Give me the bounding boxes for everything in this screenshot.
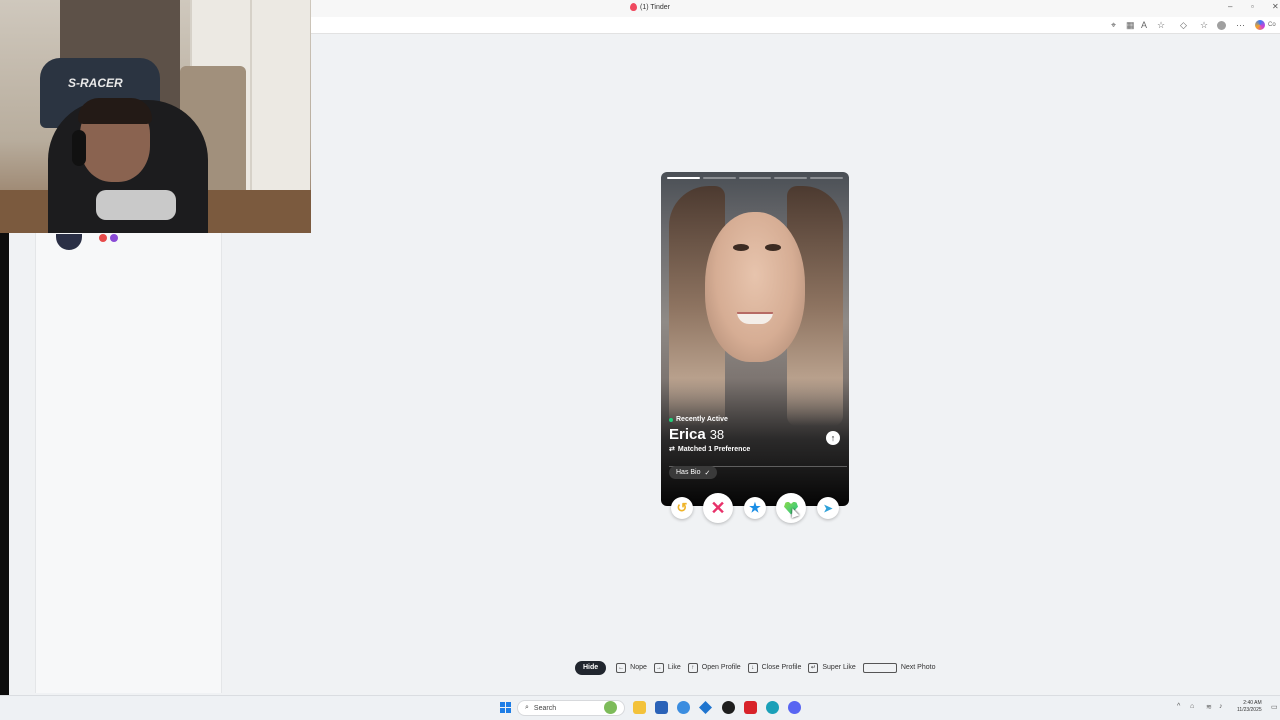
gaming-chair-logo: S-RACER [68,76,123,90]
check-icon: ✓ [704,469,711,477]
shortcut-label: Nope [630,664,647,671]
obs-icon[interactable] [722,701,735,714]
shortcut-next-photo: Next Photo [862,662,936,673]
hoodie-print [96,190,176,220]
shortcut-label: Super Like [822,664,856,671]
shortcut-close-profile: ↓ Close Profile [747,662,802,673]
left-edge-bar [0,233,9,695]
webcam-overlay: S-RACER [0,0,311,233]
nope-button[interactable]: ✕ [703,493,733,523]
profile-photo [705,212,805,362]
arrow-left-key: ← [616,662,627,673]
edge-icon[interactable] [766,701,779,714]
recently-active: Recently Active [669,416,841,423]
tab-title: (1) Tinder [640,3,670,11]
open-profile-button[interactable]: ↑ [826,431,840,445]
photo-progress-segment[interactable] [774,177,808,179]
settings-icon[interactable] [677,701,690,714]
photo-progress-segment[interactable] [738,177,772,179]
headphones [72,130,86,166]
arrow-up-key: ↑ [687,662,698,673]
shortcut-bar: Hide ← Nope → Like ↑ Open Profile ↓ Clos… [575,660,942,675]
photo-progress-segment[interactable] [810,177,843,179]
shortcut-like: → Like [653,662,681,673]
shortcut-super-like: ↵ Super Like [808,662,856,673]
search-icon: ⌕ [525,704,529,711]
system-clock[interactable]: 2:40 AM 11/23/2025 [1237,700,1262,714]
hide-shortcuts-button[interactable]: Hide [575,660,607,675]
has-bio-chip[interactable]: Has Bio ✓ [669,466,718,479]
matches-sidebar [35,233,222,693]
profile-age: 38 [709,427,725,442]
favorites-icon[interactable]: ☆ [1200,20,1208,31]
notification-badge [99,234,107,242]
shortcut-label: Next Photo [900,664,936,671]
arrow-down-key: ↓ [747,662,758,673]
extensions-icon[interactable]: ◇ [1180,20,1187,31]
matched-preference: ⇄ Matched 1 Preference [669,445,841,454]
space-key [862,662,897,673]
profile-name: Erica [669,426,706,443]
maximize-button[interactable]: ▫ [1251,2,1254,11]
photo-progress-bar[interactable] [667,177,843,180]
browser-toolbar: ⌖ ▦ A ☆ ◇ ☆ ⋯ Co [311,17,1280,34]
shortcut-label: Open Profile [701,664,741,671]
tray-chevron-icon[interactable]: ^ [1177,703,1180,710]
apps-icon[interactable]: ▦ [1126,20,1135,31]
shortcut-nope: ← Nope [616,662,647,673]
widgets-icon[interactable] [604,701,617,714]
minimize-button[interactable]: – [1228,2,1232,11]
copilot-label: Co [1268,22,1276,28]
profile-card[interactable]: Recently Active Erica 38 ⇄ Matched 1 Pre… [661,172,849,506]
favorite-star-icon[interactable]: ☆ [1157,20,1165,31]
photo-progress-segment[interactable] [702,177,736,179]
arrow-right-key: → [653,662,664,673]
notification-badge [110,234,118,242]
close-window-button[interactable]: ✕ [1272,2,1279,11]
profile-info: Recently Active Erica 38 ⇄ Matched 1 Pre… [669,416,841,453]
read-aloud-icon[interactable]: A [1141,20,1147,30]
location-icon[interactable]: ⌖ [1111,20,1116,31]
matched-preference-label: Matched 1 Preference [677,445,751,453]
boost-button[interactable]: ➤ [817,497,839,519]
recently-active-label: Recently Active [676,416,728,423]
online-dot-icon [669,417,673,422]
has-bio-label: Has Bio [676,469,701,476]
profile-avatar[interactable] [1217,21,1226,30]
more-menu-icon[interactable]: ⋯ [1236,20,1245,31]
notifications-icon[interactable]: ▭ [1271,703,1278,711]
clock-date: 11/23/2025 [1237,707,1262,713]
store-icon[interactable] [655,701,668,714]
shortcut-label: Close Profile [761,664,802,671]
browser-tab[interactable]: (1) Tinder [630,3,670,11]
clock-time: 2:40 AM [1243,700,1262,706]
file-explorer-icon[interactable] [633,701,646,714]
super-like-button[interactable]: ★ [744,497,766,519]
rewind-button[interactable]: ↺ [671,497,693,519]
photo-progress-segment[interactable] [667,177,700,179]
taskbar-search-placeholder: Search [533,704,557,712]
network-icon[interactable]: ⌂ [1190,703,1194,710]
shortcut-label: Like [667,664,681,671]
copilot-icon[interactable] [1255,20,1265,30]
enter-key: ↵ [808,662,819,673]
sliders-icon: ⇄ [669,446,675,453]
volume-icon[interactable]: ♪ [1219,703,1223,710]
tinder-flame-icon [630,3,637,11]
windows-start-icon[interactable] [500,702,511,713]
wifi-icon[interactable]: ≋ [1206,703,1212,711]
recording-app-icon[interactable] [744,701,757,714]
shortcut-open-profile: ↑ Open Profile [687,662,741,673]
discord-icon[interactable] [788,701,801,714]
